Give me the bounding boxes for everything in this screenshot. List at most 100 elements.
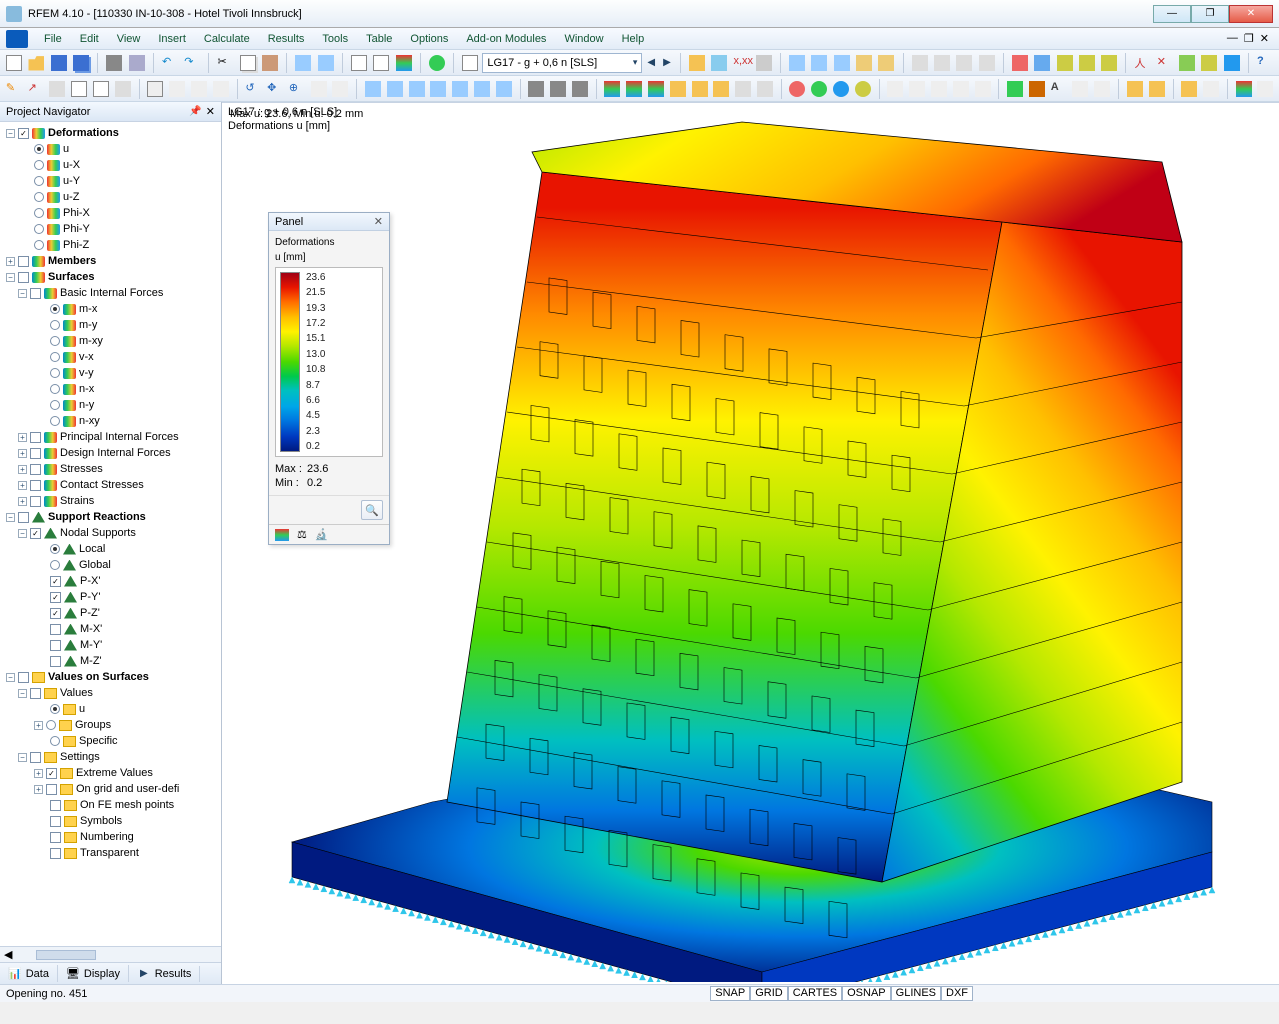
navigator-tree[interactable]: Deformations u u-X u-Y u-Z Phi-X Phi-Y P… — [0, 122, 221, 946]
nav-tab-results[interactable]: ▶Results — [129, 966, 200, 982]
tree-settings[interactable]: Settings — [60, 751, 100, 763]
tool-o[interactable] — [1032, 52, 1052, 74]
t2-at[interactable] — [1071, 78, 1091, 100]
dxf-cell[interactable]: DXF — [941, 986, 973, 1001]
grid-cell[interactable]: GRID — [750, 986, 788, 1001]
menu-options[interactable]: Options — [402, 31, 456, 47]
t2-am[interactable] — [907, 78, 927, 100]
help-button[interactable]: ? — [1255, 52, 1275, 74]
tool-b[interactable] — [709, 52, 729, 74]
print-preview-button[interactable] — [127, 52, 147, 74]
t2-au[interactable] — [1092, 78, 1112, 100]
redo-button[interactable]: ↷ — [182, 52, 202, 74]
t2-k[interactable]: ↺ — [243, 78, 263, 100]
t2-aa[interactable] — [624, 78, 644, 100]
tree-groups[interactable]: Groups — [75, 719, 111, 731]
tree-ux[interactable]: u-X — [63, 159, 80, 171]
loadcase-combo[interactable]: LG17 - g + 0,6 n [SLS] — [482, 53, 642, 73]
t2-ai[interactable] — [809, 78, 829, 100]
tool-f[interactable] — [809, 52, 829, 74]
tool-q[interactable] — [1077, 52, 1097, 74]
t2-al[interactable] — [886, 78, 906, 100]
t2-m[interactable]: ⊕ — [287, 78, 307, 100]
t2-ap[interactable] — [973, 78, 993, 100]
tool-h[interactable] — [854, 52, 874, 74]
tool-v[interactable] — [1199, 52, 1219, 74]
t2-c[interactable] — [48, 78, 68, 100]
radio[interactable] — [50, 560, 60, 570]
tree-phiy[interactable]: Phi-Y — [63, 223, 90, 235]
t2-w[interactable] — [526, 78, 546, 100]
radio[interactable] — [34, 160, 44, 170]
tree-px[interactable]: P-X' — [80, 575, 100, 587]
checkbox[interactable] — [18, 672, 29, 683]
menu-file[interactable]: File — [36, 31, 70, 47]
t2-aw[interactable] — [1147, 78, 1167, 100]
t2-aq[interactable] — [1005, 78, 1025, 100]
expand-icon[interactable] — [34, 721, 43, 730]
t2-n[interactable] — [309, 78, 329, 100]
prev-lc-button[interactable]: ◀ — [644, 57, 658, 68]
tool-d[interactable] — [754, 52, 774, 74]
glines-cell[interactable]: GLINES — [891, 986, 941, 1001]
tool-w[interactable] — [1222, 52, 1242, 74]
nav-tab-display[interactable]: 🖥Display — [58, 965, 129, 982]
t2-o[interactable] — [331, 78, 351, 100]
t2-h[interactable] — [167, 78, 187, 100]
expand-icon[interactable] — [6, 673, 15, 682]
tree-my2[interactable]: M-Y' — [80, 639, 102, 651]
tree-fe[interactable]: On FE mesh points — [80, 799, 174, 811]
expand-icon[interactable] — [34, 785, 43, 794]
t2-ah[interactable] — [788, 78, 808, 100]
expand-icon[interactable] — [18, 753, 27, 762]
tree-transparent[interactable]: Transparent — [80, 847, 139, 859]
radio[interactable] — [50, 416, 60, 426]
t2-an[interactable] — [929, 78, 949, 100]
open-button[interactable] — [26, 52, 46, 74]
expand-icon[interactable] — [18, 465, 27, 474]
tool-c[interactable]: x,xx — [731, 52, 751, 74]
mdi-minimize-icon[interactable]: — — [1227, 32, 1238, 45]
tree-surfaces[interactable]: Surfaces — [48, 271, 94, 283]
tree-py[interactable]: P-Y' — [80, 591, 100, 603]
t2-q[interactable] — [385, 78, 405, 100]
checkbox[interactable] — [18, 512, 29, 523]
expand-icon[interactable] — [6, 257, 15, 266]
radio[interactable] — [34, 224, 44, 234]
pin-icon[interactable]: 📌 — [189, 106, 201, 117]
checkbox[interactable] — [30, 448, 41, 459]
save-button[interactable] — [49, 52, 69, 74]
copy-button[interactable] — [238, 52, 258, 74]
radio[interactable] — [50, 384, 60, 394]
panel-zoom-button[interactable]: 🔍 — [361, 500, 383, 520]
tool-u[interactable] — [1177, 52, 1197, 74]
t2-ab[interactable] — [646, 78, 666, 100]
tool-a[interactable] — [687, 52, 707, 74]
cut-button[interactable]: ✂ — [215, 52, 235, 74]
t2-ay[interactable] — [1201, 78, 1221, 100]
t2-i[interactable] — [189, 78, 209, 100]
tree-numbering[interactable]: Numbering — [80, 831, 134, 843]
panel-close-icon[interactable]: ✕ — [374, 215, 383, 228]
checkbox[interactable] — [46, 768, 57, 779]
t2-ar[interactable] — [1027, 78, 1047, 100]
radio[interactable] — [34, 176, 44, 186]
expand-icon[interactable] — [18, 289, 27, 298]
menu-table[interactable]: Table — [358, 31, 400, 47]
tool-l[interactable] — [954, 52, 974, 74]
tree-specific[interactable]: Specific — [79, 735, 118, 747]
checkbox[interactable] — [30, 688, 41, 699]
t2-p[interactable] — [363, 78, 383, 100]
expand-icon[interactable] — [18, 689, 27, 698]
radio[interactable] — [50, 368, 60, 378]
checkbox[interactable] — [46, 784, 57, 795]
t2-ba[interactable] — [1256, 78, 1276, 100]
tree-phix[interactable]: Phi-X — [63, 207, 90, 219]
tree-deformations[interactable]: Deformations — [48, 127, 119, 139]
tree-mx[interactable]: m-x — [79, 303, 97, 315]
tree-strains[interactable]: Strains — [60, 495, 94, 507]
t2-aj[interactable] — [831, 78, 851, 100]
minimize-button[interactable]: — — [1153, 5, 1191, 23]
tree-u[interactable]: u — [63, 143, 69, 155]
t2-ao[interactable] — [951, 78, 971, 100]
